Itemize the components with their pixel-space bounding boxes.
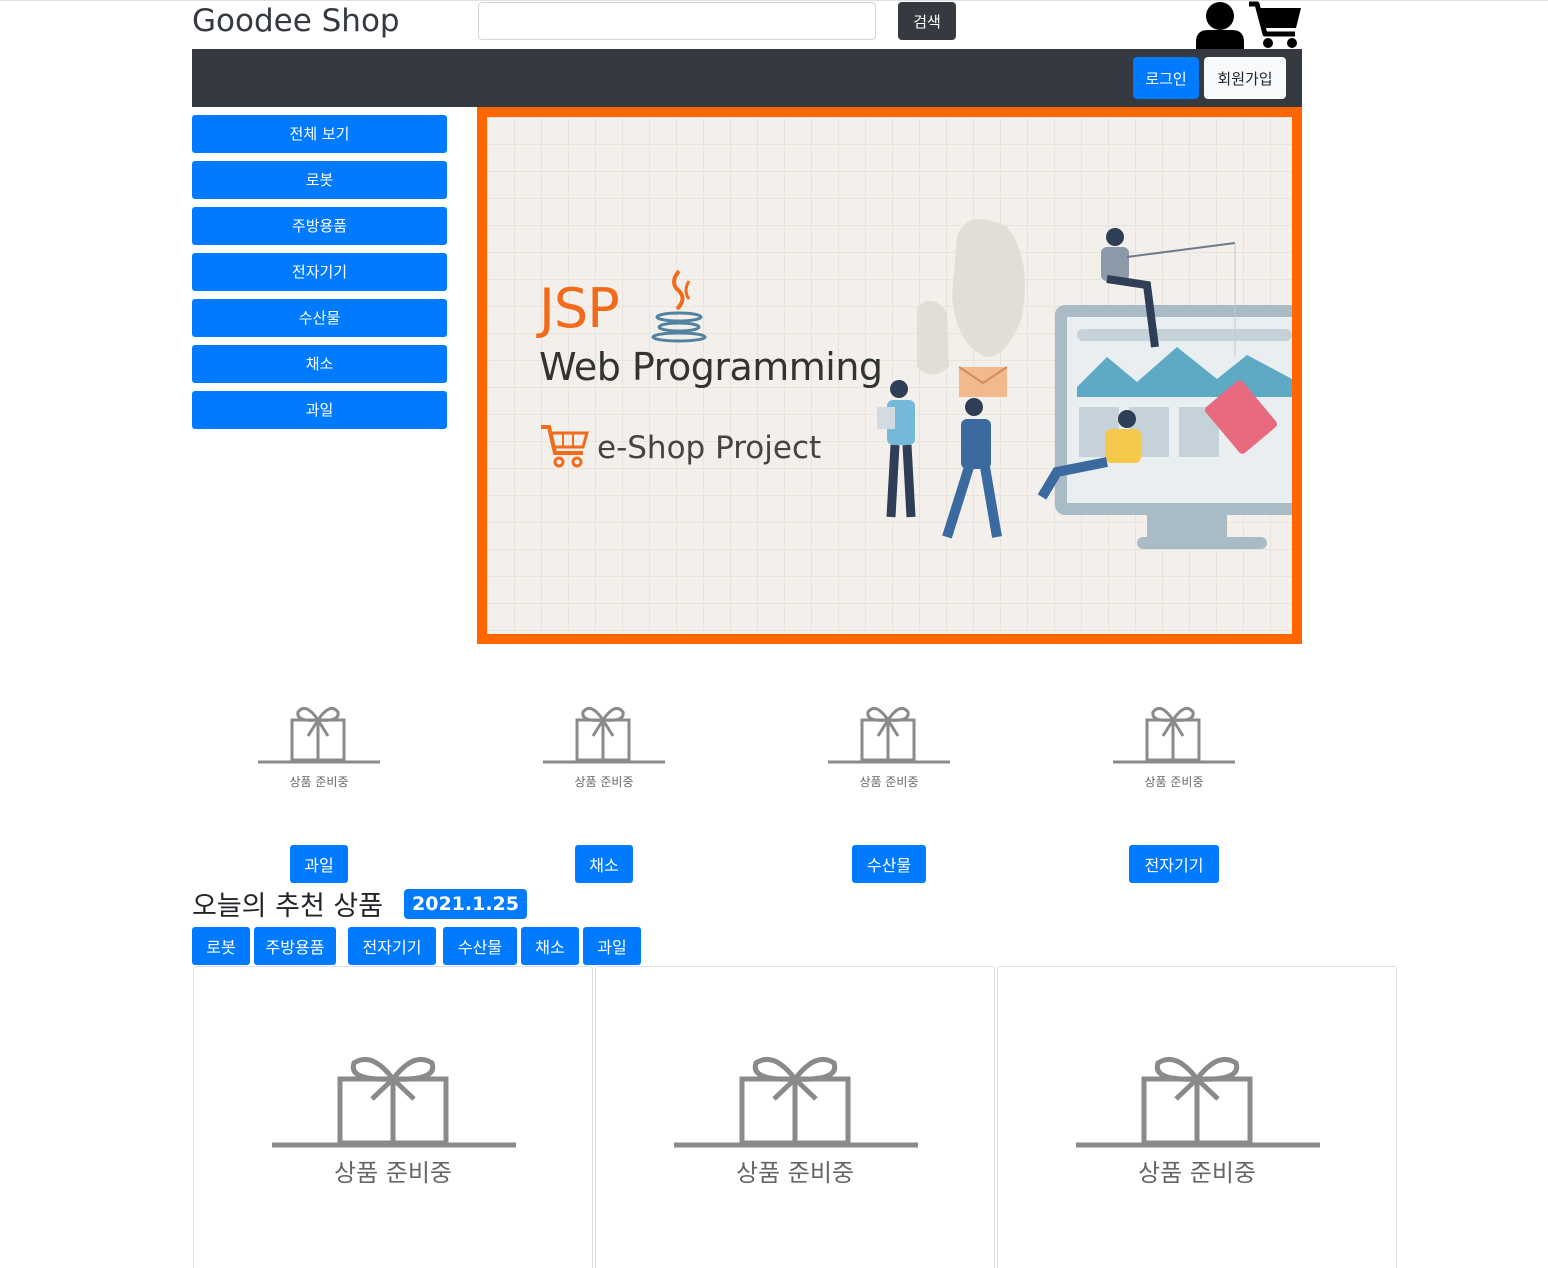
placeholder-text: 상품 준비중 bbox=[574, 775, 633, 789]
tab-vegetables[interactable]: 채소 bbox=[521, 927, 579, 965]
top-navbar: 로그인 회원가입 bbox=[192, 49, 1302, 107]
gift-placeholder-icon: 상품 준비중 bbox=[674, 1057, 918, 1187]
placeholder-text: 상품 준비중 bbox=[1144, 775, 1203, 789]
tab-electronics[interactable]: 전자기기 bbox=[348, 927, 436, 965]
gift-placeholder-icon: 상품 준비중 bbox=[1113, 706, 1235, 789]
date-badge: 2021.1.25 bbox=[404, 889, 527, 919]
gift-placeholder-icon: 상품 준비중 bbox=[272, 1057, 516, 1187]
sidebar-item-vegetables[interactable]: 채소 bbox=[192, 345, 447, 383]
tab-seafood[interactable]: 수산물 bbox=[443, 927, 517, 965]
placeholder-text: 상품 준비중 bbox=[334, 1159, 452, 1187]
gift-placeholder-icon: 상품 준비중 bbox=[258, 706, 380, 789]
sidebar-item-electronics[interactable]: 전자기기 bbox=[192, 253, 447, 291]
placeholder-text: 상품 준비중 bbox=[1138, 1159, 1256, 1187]
product-card[interactable]: 상품 준비중 bbox=[595, 966, 995, 1268]
placeholder-text: 상품 준비중 bbox=[859, 775, 918, 789]
search-button[interactable]: 검색 bbox=[898, 2, 956, 40]
sidebar-item-seafood[interactable]: 수산물 bbox=[192, 299, 447, 337]
category-sidebar: 전체 보기 로봇 주방용품 전자기기 수산물 채소 과일 bbox=[192, 115, 447, 437]
sidebar-item-fruit[interactable]: 과일 bbox=[192, 391, 447, 429]
placeholder-text: 상품 준비중 bbox=[289, 775, 348, 789]
tab-robot[interactable]: 로봇 bbox=[192, 927, 250, 965]
login-button[interactable]: 로그인 bbox=[1133, 57, 1199, 99]
cart-icon[interactable] bbox=[1247, 0, 1303, 50]
placeholder-text: 상품 준비중 bbox=[736, 1159, 854, 1187]
gift-placeholder-icon: 상품 준비중 bbox=[828, 706, 950, 789]
tab-fruit[interactable]: 과일 bbox=[583, 927, 641, 965]
tab-kitchen[interactable]: 주방용품 bbox=[254, 927, 336, 965]
user-icon[interactable] bbox=[1194, 0, 1246, 50]
category-button-seafood[interactable]: 수산물 bbox=[852, 845, 926, 883]
brand-logo[interactable]: Goodee Shop bbox=[192, 3, 400, 39]
search-input[interactable] bbox=[478, 2, 876, 40]
category-card-vegetables[interactable]: 상품 준비중 bbox=[539, 698, 669, 802]
category-card-seafood[interactable]: 상품 준비중 bbox=[824, 698, 954, 802]
hero-banner: JSP Web Programming e-Shop Project bbox=[477, 107, 1302, 644]
category-button-vegetables[interactable]: 채소 bbox=[575, 845, 633, 883]
top-border bbox=[0, 0, 1548, 1]
sidebar-item-kitchen[interactable]: 주방용품 bbox=[192, 207, 447, 245]
sidebar-item-robot[interactable]: 로봇 bbox=[192, 161, 447, 199]
category-button-fruit[interactable]: 과일 bbox=[290, 845, 348, 883]
gift-placeholder-icon: 상품 준비중 bbox=[543, 706, 665, 789]
product-card[interactable]: 상품 준비중 bbox=[997, 966, 1397, 1268]
category-card-fruit[interactable]: 상품 준비중 bbox=[254, 698, 384, 802]
gift-placeholder-icon: 상품 준비중 bbox=[1076, 1057, 1320, 1187]
banner-illustration bbox=[877, 219, 1292, 549]
join-button[interactable]: 회원가입 bbox=[1204, 57, 1286, 99]
product-card[interactable]: 상품 준비중 bbox=[193, 966, 593, 1268]
category-button-electronics[interactable]: 전자기기 bbox=[1129, 845, 1219, 883]
sidebar-item-all[interactable]: 전체 보기 bbox=[192, 115, 447, 153]
category-card-electronics[interactable]: 상품 준비중 bbox=[1109, 698, 1239, 802]
recommend-title: 오늘의 추천 상품 bbox=[192, 891, 384, 922]
